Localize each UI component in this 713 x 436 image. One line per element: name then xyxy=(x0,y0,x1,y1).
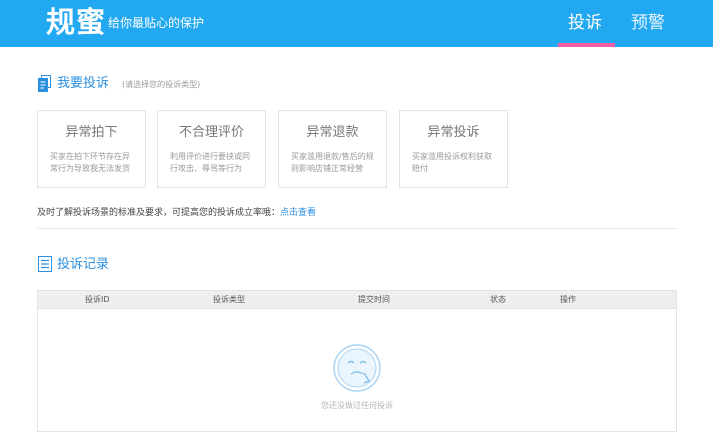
card-title: 不合理评价 xyxy=(178,125,244,140)
card-title: 异常退款 xyxy=(306,125,359,140)
section-divider xyxy=(37,228,677,229)
empty-state-text: 您还没做过任何投诉 xyxy=(321,401,393,410)
column-header-status: 状态 xyxy=(490,295,506,304)
card-desc: 买家滥用投诉权利获取赔付 xyxy=(412,152,492,173)
card-title: 异常投诉 xyxy=(427,125,480,140)
app-tagline: 给你最贴心的保护 xyxy=(108,16,205,30)
complaint-card-abnormal-refund[interactable]: 异常退款 买家滥用退款/售后的规则影响店铺正常经营 xyxy=(278,110,387,188)
records-section-title: 投诉记录 xyxy=(57,257,110,272)
complaint-card-abnormal-order[interactable]: 异常拍下 买家在拍下环节存在异常行为导致我无法发货 xyxy=(37,110,146,188)
table-header: 投诉ID 投诉类型 提交时间 状态 操作 xyxy=(38,291,676,309)
complaint-tip: 及时了解投诉场景的标准及要求，可提高您的投诉成立率哦：点击查看 xyxy=(37,207,316,219)
column-header-id: 投诉ID xyxy=(85,295,110,304)
column-header-type: 投诉类型 xyxy=(213,295,245,304)
complaint-section-hint: (请选择您的投诉类型) xyxy=(122,80,201,89)
card-desc: 买家滥用退款/售后的规则影响店铺正常经营 xyxy=(291,152,374,173)
card-desc: 利用评价进行要挟或同行攻击、辱骂等行为 xyxy=(170,152,250,173)
card-desc: 买家在拍下环节存在异常行为导致我无法发货 xyxy=(50,152,130,173)
empty-face-icon xyxy=(333,344,381,392)
complaint-card-abnormal-complaint[interactable]: 异常投诉 买家滥用投诉权利获取赔付 xyxy=(399,110,508,188)
tab-complaint[interactable]: 投诉 xyxy=(568,11,602,35)
document-icon xyxy=(38,75,51,92)
active-tab-indicator xyxy=(558,43,615,47)
complaint-card-unreasonable-review[interactable]: 不合理评价 利用评价进行要挟或同行攻击、辱骂等行为 xyxy=(157,110,266,188)
column-header-action: 操作 xyxy=(560,295,576,304)
complaint-section-title: 我要投诉 xyxy=(57,76,110,91)
tip-text: 及时了解投诉场景的标准及要求，可提高您的投诉成立率哦： xyxy=(37,208,281,218)
list-icon xyxy=(38,256,52,272)
tab-warning[interactable]: 预警 xyxy=(631,11,665,35)
app-logo: 规蜜 xyxy=(46,5,107,39)
top-header: 规蜜 给你最贴心的保护 投诉 预警 xyxy=(0,0,713,47)
column-header-time: 提交时间 xyxy=(358,295,390,304)
card-title: 异常拍下 xyxy=(65,125,118,140)
view-standards-link[interactable]: 点击查看 xyxy=(280,208,316,218)
records-table: 投诉ID 投诉类型 提交时间 状态 操作 您还没做过任何投诉 xyxy=(37,290,677,432)
